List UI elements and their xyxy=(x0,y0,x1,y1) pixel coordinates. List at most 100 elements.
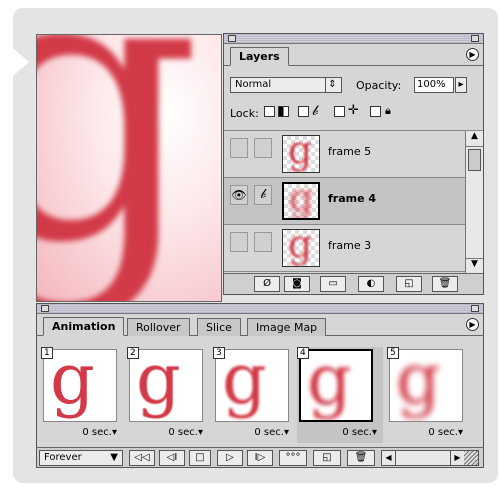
layer-brush-toggle[interactable] xyxy=(254,138,272,158)
blend-opacity-row: Normal ⇕ Opacity: 100% ▸ xyxy=(230,77,477,97)
layer-thumbnail: g xyxy=(282,182,320,220)
layer-thumbnail: g xyxy=(282,135,320,173)
layer-style-button[interactable]: Ø xyxy=(254,276,280,292)
frame-number: 1 xyxy=(41,347,53,359)
lock-all-checkbox[interactable] xyxy=(370,106,381,117)
brush-icon: 𝒷 xyxy=(312,103,319,119)
animation-frame[interactable]: 2 g 0 sec.▾ xyxy=(127,347,209,443)
frame-number: 4 xyxy=(297,347,309,359)
tab-layers[interactable]: Layers xyxy=(230,47,289,66)
tab-animation[interactable]: Animation xyxy=(43,317,125,336)
loop-value: Forever xyxy=(44,452,82,463)
layer-row[interactable]: g frame 5 xyxy=(224,131,465,178)
resize-grip-icon[interactable] xyxy=(464,451,478,465)
lock-label: Lock: xyxy=(230,107,259,120)
new-set-button[interactable]: ▭ xyxy=(320,276,346,292)
palette-zoom-box[interactable] xyxy=(471,305,479,312)
palette-menu-arrow-icon[interactable]: ▶ xyxy=(466,318,479,331)
tab-slice[interactable]: Slice xyxy=(197,318,241,336)
layers-list: g frame 5 👁︎ 𝒷 g frame 4 g frame 3 ▲ ▼ xyxy=(224,130,483,273)
palette-menu-arrow-icon[interactable]: ▶ xyxy=(466,48,479,61)
frames-scrollbar[interactable]: ◀ ▶ xyxy=(381,450,479,466)
window-notch xyxy=(13,48,29,76)
frame-thumbnail: g xyxy=(43,349,117,422)
opacity-slider-arrow-icon[interactable]: ▸ xyxy=(455,77,467,93)
layers-scrollbar[interactable]: ▲ ▼ xyxy=(465,131,483,273)
lock-transparency-checkbox[interactable] xyxy=(264,106,275,117)
frames-strip: 1 g 0 sec.▾ 2 g 0 sec.▾ 3 g 0 sec.▾ 4 g … xyxy=(41,344,479,444)
adjustment-layer-button[interactable]: ◐ xyxy=(358,276,384,292)
scroll-thumb[interactable] xyxy=(468,149,481,171)
frame-thumbnail: g xyxy=(389,349,463,422)
palette-zoom-box[interactable] xyxy=(471,35,479,42)
trash-icon[interactable]: 🗑︎ xyxy=(347,450,375,466)
layer-brush-toggle[interactable] xyxy=(254,232,272,252)
opacity-field[interactable]: 100% xyxy=(414,77,454,93)
frame-thumbnail: g xyxy=(129,349,203,422)
canvas-glyph: g xyxy=(37,35,202,295)
blend-mode-select[interactable]: Normal ⇕ xyxy=(230,77,342,93)
select-arrows-icon: ⇕ xyxy=(325,78,339,92)
scroll-right-arrow-icon[interactable]: ▶ xyxy=(450,451,464,465)
new-layer-button[interactable]: ◱ xyxy=(396,276,422,292)
layer-row-selected[interactable]: 👁︎ 𝒷 g frame 4 xyxy=(224,178,465,225)
layer-visibility-toggle[interactable] xyxy=(230,232,248,252)
frame-thumbnail: g xyxy=(215,349,289,422)
frame-delay[interactable]: 0 sec.▾ xyxy=(168,427,203,438)
layer-visibility-toggle[interactable] xyxy=(230,138,248,158)
layers-tab-bar: Layers ▶ xyxy=(224,44,483,66)
frame-thumbnail: g xyxy=(299,349,373,422)
lock-position-checkbox[interactable] xyxy=(334,106,345,117)
tab-rollover[interactable]: Rollover xyxy=(127,318,190,336)
play-button[interactable]: ▷ xyxy=(217,450,243,466)
palette-close-box[interactable] xyxy=(41,305,49,312)
scroll-left-arrow-icon[interactable]: ◀ xyxy=(382,451,396,465)
layers-palette-titlebar[interactable] xyxy=(224,34,483,44)
animation-frame[interactable]: 1 g 0 sec.▾ xyxy=(41,347,123,443)
scroll-down-arrow-icon[interactable]: ▼ xyxy=(466,258,483,273)
tab-image-map[interactable]: Image Map xyxy=(247,318,327,336)
scroll-up-arrow-icon[interactable]: ▲ xyxy=(466,131,483,147)
document-canvas[interactable]: g xyxy=(36,34,222,302)
previous-frame-button[interactable]: ◁Ⅰ xyxy=(159,450,185,466)
layer-name: frame 5 xyxy=(328,145,372,158)
animation-palette: Animation Rollover Slice Image Map ▶ 1 g… xyxy=(36,303,484,468)
animation-frame[interactable]: 3 g 0 sec.▾ xyxy=(213,347,295,443)
eye-icon[interactable]: 👁︎ xyxy=(230,185,248,205)
brush-icon[interactable]: 𝒷 xyxy=(254,185,272,205)
padlock-icon: 🔒︎ xyxy=(385,104,391,117)
frame-delay[interactable]: 0 sec.▾ xyxy=(82,427,117,438)
frame-number: 2 xyxy=(127,347,139,359)
next-frame-button[interactable]: Ⅰ▷ xyxy=(247,450,273,466)
animation-controls: Forever ▼ ◁◁ ◁Ⅰ □ ▷ Ⅰ▷ °°° ◱ 🗑︎ ◀ ▶ xyxy=(37,447,483,467)
animation-frame[interactable]: 5 g 0 sec.▾ xyxy=(387,347,469,443)
animation-palette-titlebar[interactable] xyxy=(37,304,483,314)
opacity-label: Opacity: xyxy=(356,79,402,92)
blend-mode-value: Normal xyxy=(235,79,272,90)
animation-frame-selected[interactable]: 4 g 0 sec.▾ xyxy=(297,347,383,443)
mask-button[interactable]: ◙ xyxy=(284,276,310,292)
frame-delay[interactable]: 0 sec.▾ xyxy=(254,427,289,438)
layers-palette: Layers ▶ Normal ⇕ Opacity: 100% ▸ Lock: … xyxy=(223,33,484,295)
trash-icon[interactable]: 🗑︎ xyxy=(432,276,458,292)
frame-number: 3 xyxy=(213,347,225,359)
frame-delay[interactable]: 0 sec.▾ xyxy=(342,427,377,438)
tween-button[interactable]: °°° xyxy=(279,450,307,466)
lock-row: Lock: 𝒷 ✛ 🔒︎ xyxy=(230,103,477,124)
layers-bottom-bar: Ø ◙ ▭ ◐ ◱ 🗑︎ xyxy=(224,273,483,294)
duplicate-frame-button[interactable]: ◱ xyxy=(313,450,341,466)
loop-select[interactable]: Forever ▼ xyxy=(39,450,123,466)
chevron-down-icon: ▼ xyxy=(110,452,118,463)
layer-name: frame 4 xyxy=(328,192,377,205)
layer-thumbnail: g xyxy=(282,229,320,267)
layer-name: frame 3 xyxy=(328,239,372,252)
stop-button[interactable]: □ xyxy=(189,450,211,466)
palette-close-box[interactable] xyxy=(228,35,236,42)
lock-image-checkbox[interactable] xyxy=(298,106,309,117)
first-frame-button[interactable]: ◁◁ xyxy=(129,450,155,466)
animation-tab-bar: Animation Rollover Slice Image Map ▶ xyxy=(37,314,483,336)
frame-number: 5 xyxy=(387,347,399,359)
lock-transparency-icon xyxy=(278,106,289,117)
layer-row[interactable]: g frame 3 xyxy=(224,225,465,272)
frame-delay[interactable]: 0 sec.▾ xyxy=(428,427,463,438)
